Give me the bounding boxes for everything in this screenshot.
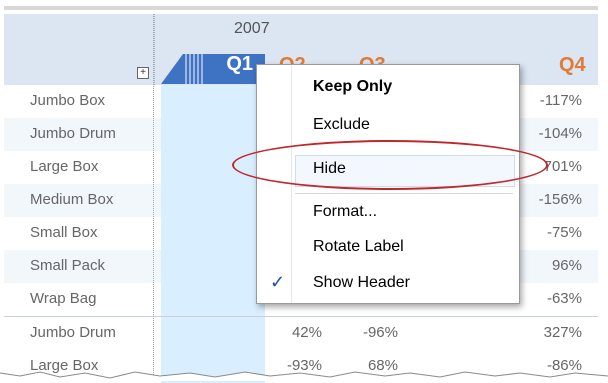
q1-selected-cell[interactable]	[161, 217, 265, 250]
q1-selected-cell[interactable]	[161, 184, 265, 217]
checkmark-icon: ✓	[270, 272, 286, 292]
top-scroll-bar	[0, 0, 608, 14]
row-header-divider	[153, 14, 154, 381]
cell-q4[interactable]: 327%	[522, 324, 582, 341]
row-label[interactable]: Jumbo Drum	[30, 324, 116, 341]
menu-item-rotate-label[interactable]: Rotate Label	[313, 238, 404, 256]
q1-selected-cell[interactable]	[161, 85, 265, 118]
row-label[interactable]: Medium Box	[30, 191, 113, 208]
menu-separator	[295, 193, 513, 194]
cell-q4[interactable]: -117%	[522, 92, 582, 109]
menu-item-exclude[interactable]: Exclude	[313, 116, 370, 134]
q1-selected-cell[interactable]	[161, 283, 265, 316]
table-row: Jumbo Drum 42% -96% 327%	[4, 316, 598, 350]
cell-q3[interactable]: -96%	[338, 324, 398, 341]
year-label[interactable]: 2007	[234, 20, 270, 38]
header-divider	[154, 14, 155, 85]
cell-q4[interactable]: -75%	[522, 224, 582, 241]
cell-q4[interactable]: -156%	[522, 191, 582, 208]
q1-selected-cell[interactable]	[161, 118, 265, 151]
q1-tab-hatch	[185, 54, 203, 84]
q1-selected-cell[interactable]	[161, 250, 265, 283]
row-label[interactable]: Wrap Bag	[30, 290, 96, 307]
row-label[interactable]: Small Pack	[30, 257, 105, 274]
expand-icon[interactable]: +	[137, 67, 149, 79]
cell-q4[interactable]: -104%	[522, 125, 582, 142]
menu-item-keep-only[interactable]: Keep Only	[313, 78, 392, 96]
menu-item-show-header[interactable]: Show Header	[313, 274, 410, 292]
cell-q4[interactable]: 96%	[522, 257, 582, 274]
quarter-label-q4[interactable]: Q4	[559, 54, 586, 77]
scroll-track[interactable]	[4, 6, 598, 10]
quarter-label-q1[interactable]: Q1	[226, 53, 253, 76]
row-label[interactable]: Jumbo Drum	[30, 125, 116, 142]
menu-item-format[interactable]: Format...	[313, 203, 377, 221]
row-label[interactable]: Large Box	[30, 158, 98, 175]
quarter-tab-q1[interactable]: Q1	[161, 53, 265, 84]
q1-selected-cell[interactable]	[161, 317, 265, 350]
annotation-ellipse	[232, 140, 548, 190]
cell-q4[interactable]: -63%	[522, 290, 582, 307]
right-edge	[598, 14, 608, 381]
torn-edge	[0, 371, 608, 381]
row-label[interactable]: Small Box	[30, 224, 98, 241]
cell-q2[interactable]: 42%	[262, 324, 322, 341]
row-label[interactable]: Jumbo Box	[30, 92, 105, 109]
